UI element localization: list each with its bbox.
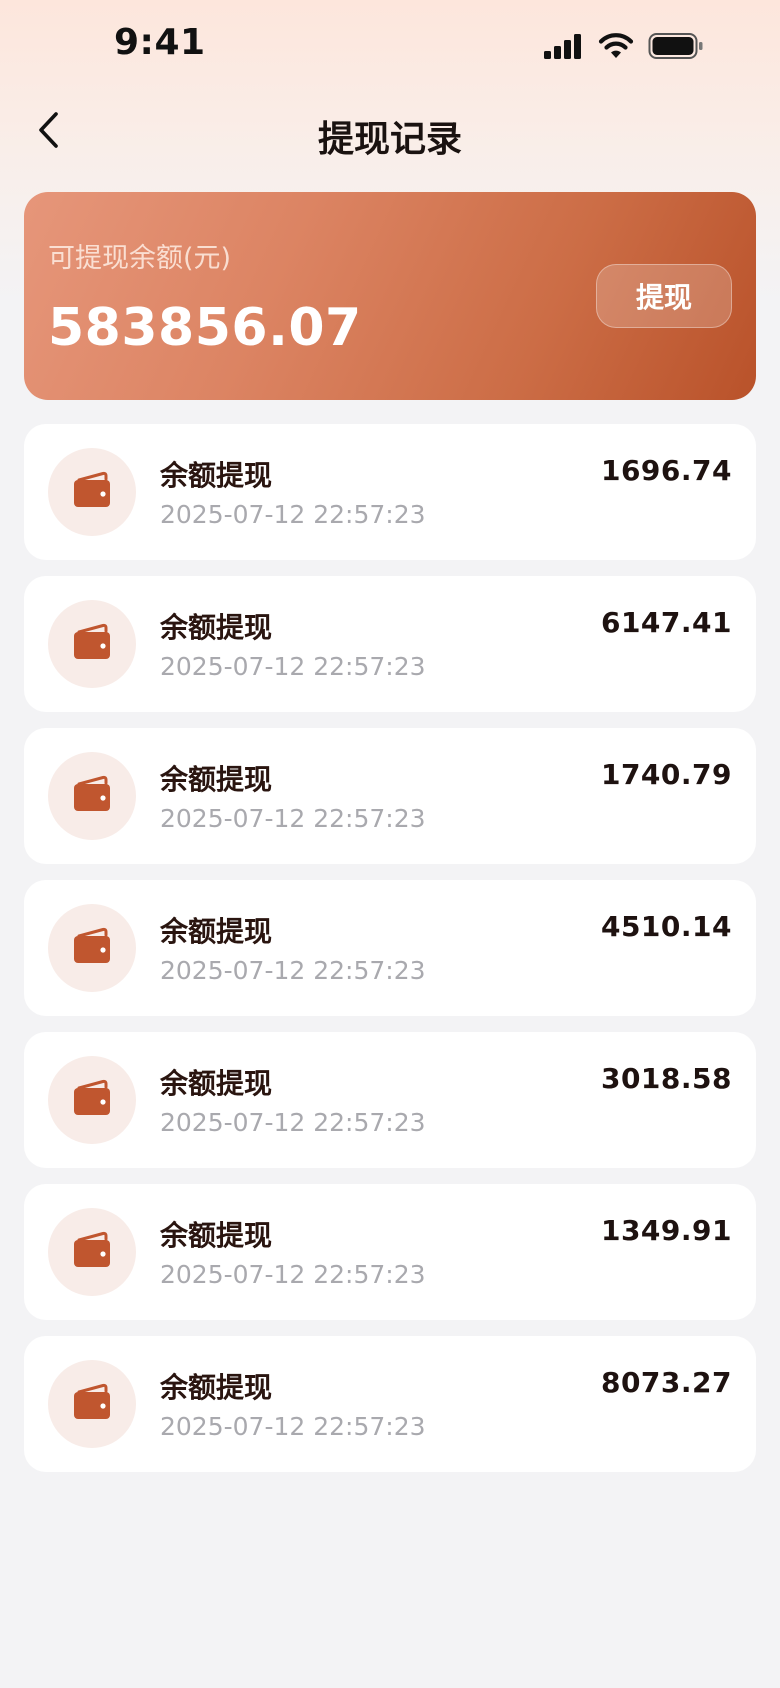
wallet-icon bbox=[72, 623, 112, 665]
page-title: 提现记录 bbox=[317, 119, 462, 160]
status-bar: 9:41 bbox=[0, 0, 780, 90]
balance-amount: 583856.07 bbox=[48, 298, 362, 358]
record-time: 2025-07-12 22:57:23 bbox=[160, 956, 426, 985]
record-amount: 1696.74 bbox=[600, 454, 732, 487]
record-amount: 1349.91 bbox=[600, 1214, 732, 1247]
record-title: 余额提现 bbox=[160, 1067, 273, 1100]
record-item[interactable]: 余额提现 2025-07-12 22:57:23 6147.41 bbox=[24, 576, 756, 712]
record-item[interactable]: 余额提现 2025-07-12 22:57:23 3018.58 bbox=[24, 1032, 756, 1168]
record-title: 余额提现 bbox=[160, 1371, 273, 1404]
record-time: 2025-07-12 22:57:23 bbox=[160, 804, 426, 833]
balance-card: 可提现余额(元) 583856.07 提现 bbox=[24, 192, 756, 400]
record-title: 余额提现 bbox=[160, 763, 273, 796]
status-time: 9:41 bbox=[114, 22, 206, 63]
record-amount: 4510.14 bbox=[600, 910, 732, 943]
wallet-icon bbox=[72, 1231, 112, 1273]
battery-icon bbox=[648, 32, 704, 60]
record-icon-bg bbox=[48, 1360, 136, 1448]
record-time: 2025-07-12 22:57:23 bbox=[160, 500, 426, 529]
record-amount: 8073.27 bbox=[600, 1366, 732, 1399]
record-amount: 1740.79 bbox=[600, 758, 732, 791]
record-amount: 3018.58 bbox=[600, 1062, 732, 1095]
nav-bar: 提现记录 bbox=[0, 100, 780, 164]
wifi-icon bbox=[598, 32, 634, 60]
record-amount: 6147.41 bbox=[600, 606, 732, 639]
record-item[interactable]: 余额提现 2025-07-12 22:57:23 1696.74 bbox=[24, 424, 756, 560]
record-icon-bg bbox=[48, 600, 136, 688]
wallet-icon bbox=[72, 927, 112, 969]
record-time: 2025-07-12 22:57:23 bbox=[160, 1412, 426, 1441]
record-time: 2025-07-12 22:57:23 bbox=[160, 1260, 426, 1289]
record-title: 余额提现 bbox=[160, 459, 273, 492]
record-title: 余额提现 bbox=[160, 611, 273, 644]
record-icon-bg bbox=[48, 1056, 136, 1144]
record-time: 2025-07-12 22:57:23 bbox=[160, 652, 426, 681]
record-title: 余额提现 bbox=[160, 915, 273, 948]
record-title: 余额提现 bbox=[160, 1219, 273, 1252]
record-icon-bg bbox=[48, 904, 136, 992]
status-icons bbox=[544, 30, 704, 62]
record-time: 2025-07-12 22:57:23 bbox=[160, 1108, 426, 1137]
withdraw-button[interactable]: 提现 bbox=[596, 264, 732, 328]
wallet-icon bbox=[72, 471, 112, 513]
record-icon-bg bbox=[48, 752, 136, 840]
signal-icon bbox=[544, 33, 584, 59]
balance-label: 可提现余额(元) bbox=[48, 243, 232, 274]
wallet-icon bbox=[72, 1383, 112, 1425]
record-icon-bg bbox=[48, 448, 136, 536]
record-item[interactable]: 余额提现 2025-07-12 22:57:23 1740.79 bbox=[24, 728, 756, 864]
records-list: 余额提现 2025-07-12 22:57:23 1696.74 余额提现 20… bbox=[24, 424, 756, 1488]
wallet-icon bbox=[72, 1079, 112, 1121]
record-item[interactable]: 余额提现 2025-07-12 22:57:23 1349.91 bbox=[24, 1184, 756, 1320]
record-item[interactable]: 余额提现 2025-07-12 22:57:23 8073.27 bbox=[24, 1336, 756, 1472]
record-item[interactable]: 余额提现 2025-07-12 22:57:23 4510.14 bbox=[24, 880, 756, 1016]
wallet-icon bbox=[72, 775, 112, 817]
record-icon-bg bbox=[48, 1208, 136, 1296]
